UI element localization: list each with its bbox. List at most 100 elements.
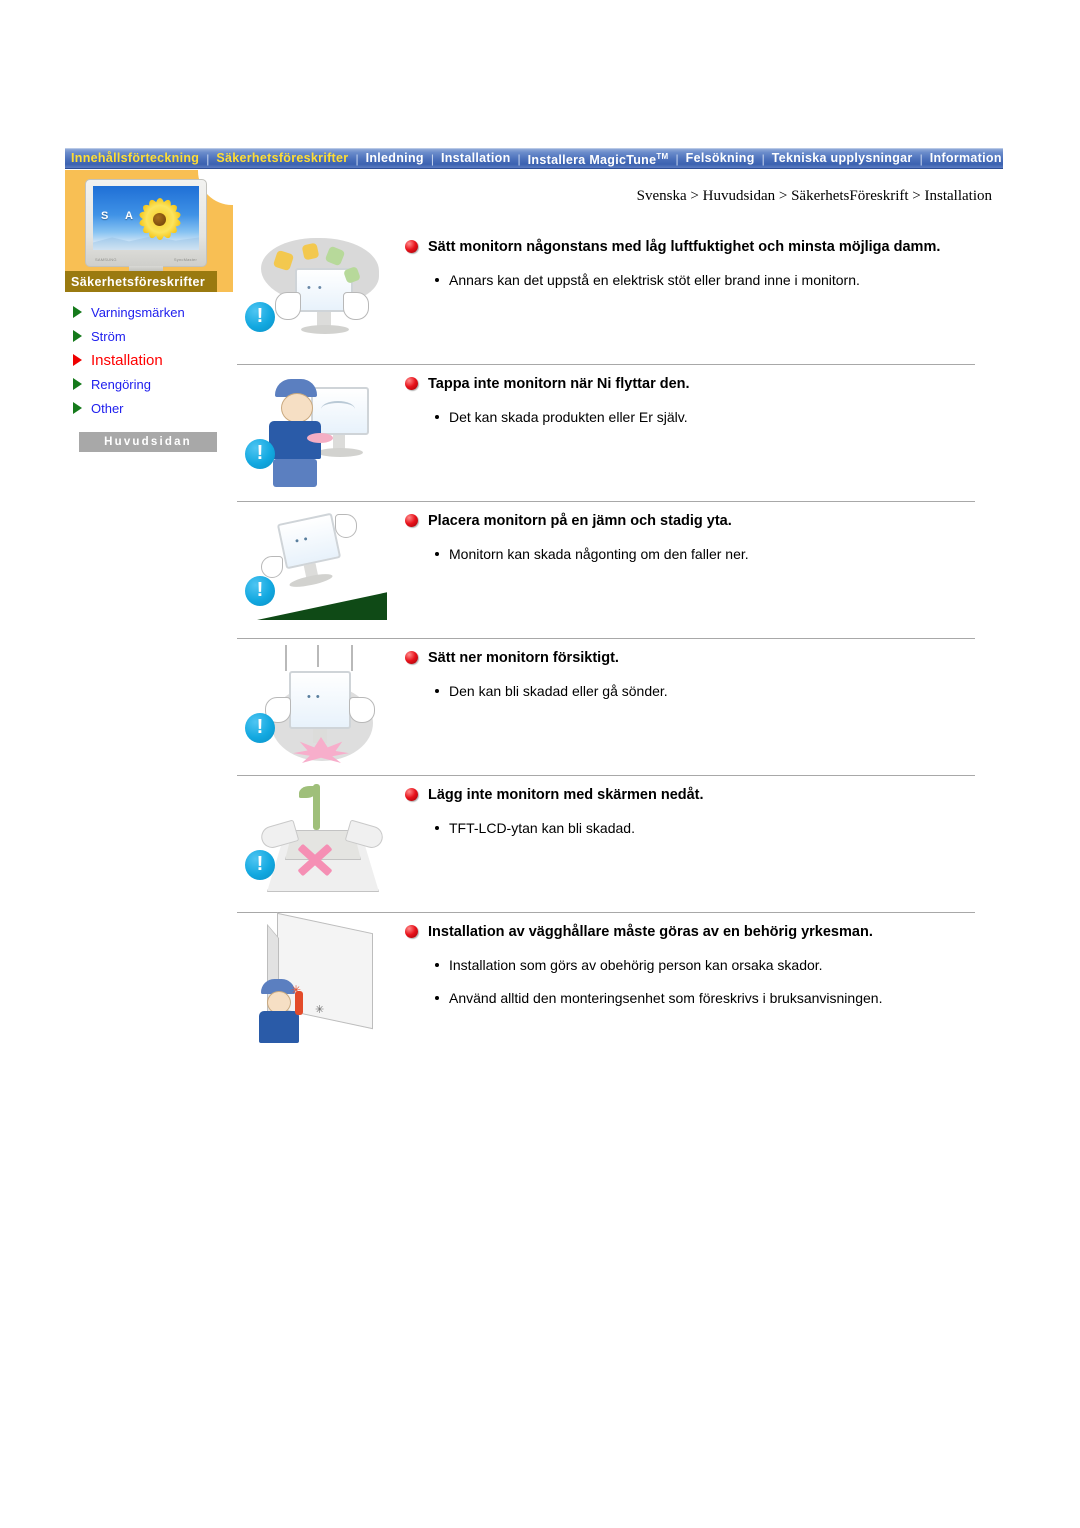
monitor-bezel: S A M SAMSUNG SyncMaster: [85, 179, 207, 267]
illustration-container: ••!: [237, 228, 405, 364]
hand-waving: [335, 514, 357, 538]
sidebar-item-installation[interactable]: Installation: [65, 348, 233, 372]
nav-item-inledning[interactable]: Inledning: [360, 149, 430, 168]
nav-item-installation[interactable]: Installation: [435, 149, 517, 168]
nav-item-information[interactable]: Information: [924, 149, 1003, 168]
motion-line: [317, 645, 319, 667]
bullet-item: TFT-LCD-ytan kan bli skadad.: [435, 818, 977, 839]
section-body: ••! Placera monitorn på en jämn och stadi…: [237, 502, 977, 638]
person-legs: [273, 459, 317, 487]
section-bullet-list: Det kan skada produkten eller Er själv.: [435, 407, 977, 428]
bullet-dot-icon: [435, 278, 439, 282]
bullet-item: Använd alltid den monteringsenhet som fö…: [435, 988, 977, 1009]
sidebar-item-label: Ström: [91, 328, 126, 344]
sunflower-graphic: [133, 194, 187, 244]
illustration-container: !: [237, 776, 405, 912]
sidebar-item-reng-ring[interactable]: Rengöring: [65, 372, 233, 396]
hand-right: [349, 697, 375, 723]
red-sphere-bullet-icon: [405, 925, 418, 938]
illustration-monitor-on-slope: ••: [255, 508, 389, 632]
content-section: ••! Sätt ner monitorn försiktigt. Den kan …: [237, 638, 977, 775]
monitor-stand: [317, 312, 331, 326]
section-heading: Sätt monitorn någonstans med låg luftfuk…: [428, 239, 941, 255]
red-sphere-bullet-icon: [405, 240, 418, 253]
bullet-text: Annars kan det uppstå en elektrisk stöt …: [449, 272, 860, 288]
bullet-text: TFT-LCD-ytan kan bli skadad.: [449, 820, 635, 836]
sidebar-item-other[interactable]: Other: [65, 396, 233, 420]
red-sphere-bullet-icon: [405, 514, 418, 527]
section-heading: Lägg inte monitorn med skärmen nedåt.: [428, 787, 704, 803]
content-section: ! Lägg inte monitorn med skärmen nedåt. TF…: [237, 775, 977, 912]
section-bullet-list: Monitorn kan skada någonting om den fall…: [435, 544, 977, 565]
section-text: Installation av vägghållare måste göras …: [405, 913, 977, 1021]
section-text: Placera monitorn på en jämn och stadig y…: [405, 502, 977, 577]
section-bullet-list: Annars kan det uppstå en elektrisk stöt …: [435, 270, 977, 291]
content-section: ! Tappa inte monitorn när Ni flyttar den.…: [237, 364, 977, 501]
home-button[interactable]: Huvudsidan: [79, 432, 217, 452]
bullet-dot-icon: [435, 689, 439, 693]
motion-line: [285, 645, 287, 671]
section-heading: Placera monitorn på en jämn och stadig y…: [428, 513, 732, 529]
illustration-monitor-face-down-x: [255, 782, 389, 906]
illustration-container: !: [237, 365, 405, 501]
section-heading-row: Sätt ner monitorn försiktigt.: [405, 647, 977, 669]
arrow-right-icon: [73, 378, 82, 390]
section-heading-row: Placera monitorn på en jämn och stadig y…: [405, 510, 977, 532]
bullet-item: Installation som görs av obehörig person…: [435, 955, 977, 976]
warning-exclamation-icon: !: [245, 576, 275, 606]
warning-exclamation-icon: !: [245, 302, 275, 332]
sidebar-item-str-m[interactable]: Ström: [65, 324, 233, 348]
section-body: ✳ ✳ Installation av vägghållare måste göra…: [237, 912, 977, 1049]
nav-item-installera-magictune[interactable]: Installera MagicTuneTM: [522, 149, 675, 168]
hand-right: [343, 292, 369, 320]
bullet-dot-icon: [435, 963, 439, 967]
section-heading-row: Sätt monitorn någonstans med låg luftfuk…: [405, 236, 977, 258]
scribble-line: [321, 401, 355, 417]
bullet-text: Använd alltid den monteringsenhet som fö…: [449, 990, 883, 1006]
illustration-container: ✳ ✳: [237, 912, 405, 1049]
section-heading: Installation av vägghållare måste göras …: [428, 924, 873, 940]
arrow-right-icon-active: [73, 354, 82, 366]
bullet-text: Den kan bli skadad eller gå sönder.: [449, 683, 668, 699]
illustration-container: ••!: [237, 502, 405, 638]
illustration-monitor-dropped-impact: ••: [255, 645, 389, 769]
sidebar-section-title: Säkerhetsföreskrifter: [65, 271, 217, 292]
trademark-symbol: TM: [656, 151, 669, 161]
bullet-dot-icon: [435, 552, 439, 556]
nav-item-tekniska-upplysningar[interactable]: Tekniska upplysningar: [766, 149, 919, 168]
sidebar-item-label: Installation: [91, 351, 163, 369]
nav-item-fels-kning[interactable]: Felsökning: [680, 149, 761, 168]
section-heading-row: Installation av vägghållare måste göras …: [405, 921, 977, 943]
motion-line: [351, 645, 353, 671]
section-body: ••! Sätt ner monitorn försiktigt. Den kan …: [237, 639, 977, 775]
illustration-container: ••!: [237, 639, 405, 775]
spark: ✳: [291, 983, 302, 997]
arrow-right-icon: [73, 402, 82, 414]
monitor-brand-label: SAMSUNG: [95, 257, 117, 262]
content-section: ••! Sätt monitorn någonstans med låg luft…: [237, 228, 977, 364]
hand-left: [275, 292, 301, 320]
red-sphere-bullet-icon: [405, 651, 418, 664]
section-body: ! Tappa inte monitorn när Ni flyttar den.…: [237, 365, 977, 501]
bullet-dot-icon: [435, 996, 439, 1000]
warning-exclamation-icon: !: [245, 713, 275, 743]
bullet-text: Monitorn kan skada någonting om den fall…: [449, 546, 749, 562]
red-sphere-bullet-icon: [405, 377, 418, 390]
sidebar: S A M SAMSUNG SyncMaster Säkerhetsföresk…: [65, 169, 234, 452]
screen-face: ••: [307, 282, 329, 294]
arrow-right-icon: [73, 330, 82, 342]
bullet-item: Annars kan det uppstå en elektrisk stöt …: [435, 270, 977, 291]
bullet-dot-icon: [435, 415, 439, 419]
bullet-item: Den kan bli skadad eller gå sönder.: [435, 681, 977, 702]
person-torso: [259, 1011, 299, 1043]
top-navigation-bar[interactable]: Innehållsförteckning | Säkerhetsföreskrift…: [65, 148, 1003, 169]
section-text: Sätt monitorn någonstans med låg luftfuk…: [405, 228, 977, 303]
section-text: Sätt ner monitorn försiktigt. Den kan bli…: [405, 639, 977, 714]
illustration-monitor-dust-cloud: ••: [255, 234, 389, 358]
section-body: ! Lägg inte monitorn med skärmen nedåt. TF…: [237, 776, 977, 912]
section-bullet-list: TFT-LCD-ytan kan bli skadad.: [435, 818, 977, 839]
nav-item-s-kerhetsf-reskrifter[interactable]: Säkerhetsföreskrifter: [210, 149, 354, 168]
section-heading-row: Tappa inte monitorn när Ni flyttar den.: [405, 373, 977, 395]
nav-item-inneh-llsf-rteckning[interactable]: Innehållsförteckning: [65, 149, 205, 168]
sidebar-item-varningsm-rken[interactable]: Varningsmärken: [65, 300, 233, 324]
